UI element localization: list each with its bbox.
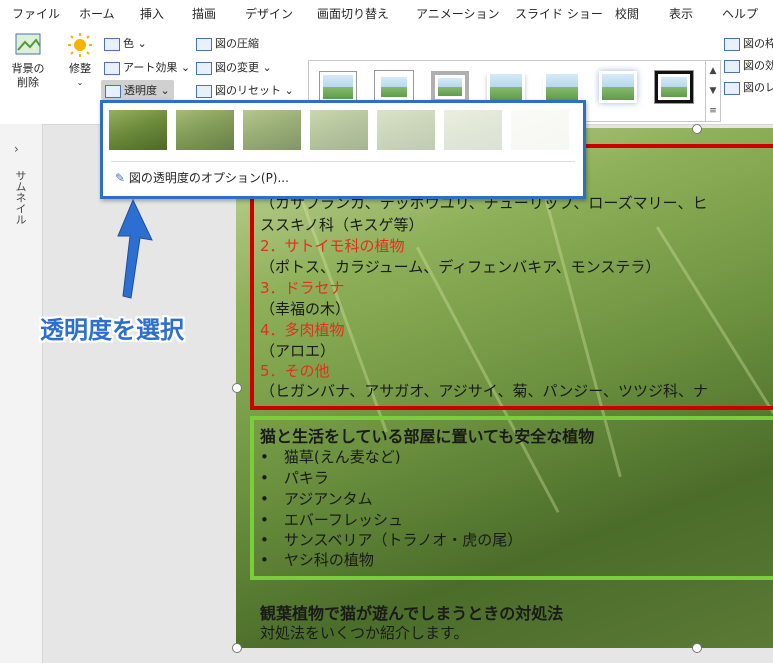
transparency-preset[interactable] bbox=[377, 110, 435, 150]
resize-handle-left[interactable] bbox=[232, 383, 242, 393]
resize-handle-bottom-left[interactable] bbox=[232, 643, 242, 653]
thumbnail-pane: › サムネイル bbox=[0, 124, 43, 663]
slide-heading-red: 4．多肉植物 bbox=[260, 321, 345, 339]
picture-border-button[interactable]: 図の枠 bbox=[724, 35, 773, 51]
list-item: • エバーフレッシュ bbox=[260, 511, 403, 529]
reset-picture-icon bbox=[196, 84, 212, 98]
slide-text-line: （ヒガンバナ、アサガオ、アジサイ、菊、パンジー、ツツジ科、ナ bbox=[260, 382, 709, 400]
chevron-down-icon: ⌄ bbox=[76, 78, 84, 87]
picture-border-icon bbox=[724, 37, 740, 51]
resize-handle-bottom[interactable] bbox=[692, 643, 702, 653]
slide-text-line: ススキノ科（キスゲ等） bbox=[260, 216, 424, 234]
transparency-preset[interactable] bbox=[243, 110, 301, 150]
slide-text-line: （アロエ） bbox=[260, 342, 336, 360]
picture-style-5[interactable] bbox=[543, 71, 581, 103]
picture-style-6[interactable] bbox=[599, 71, 637, 103]
transparency-label: 透明度 bbox=[124, 84, 157, 97]
change-picture-icon bbox=[196, 61, 212, 75]
resize-handle-top[interactable] bbox=[692, 124, 702, 134]
change-picture-button[interactable]: 図の変更 ⌄ bbox=[196, 59, 272, 75]
transparency-options-icon: ✎ bbox=[115, 171, 126, 185]
picture-effects-label: 図の効 bbox=[743, 59, 773, 72]
remove-background-icon bbox=[15, 33, 41, 55]
reset-picture-button[interactable]: 図のリセット ⌄ bbox=[196, 82, 294, 98]
color-button[interactable]: 色 ⌄ bbox=[104, 35, 147, 51]
tab-design[interactable]: デザイン bbox=[245, 5, 293, 22]
transparency-preset[interactable] bbox=[511, 110, 569, 150]
color-icon bbox=[104, 37, 120, 51]
slide-text-line: （ポトス、カラジューム、ディフェンバキア、モンステラ） bbox=[260, 258, 661, 276]
tab-draw[interactable]: 描画 bbox=[192, 5, 216, 22]
reset-picture-label: 図のリセット bbox=[215, 84, 281, 97]
remove-background-label: 背景の 削除 bbox=[11, 62, 45, 89]
picture-border-label: 図の枠 bbox=[743, 37, 773, 50]
annotation-text: 透明度を選択 bbox=[40, 316, 184, 344]
sun-icon bbox=[68, 33, 92, 57]
picture-style-4[interactable] bbox=[487, 71, 525, 103]
color-label: 色 bbox=[123, 37, 134, 50]
artistic-effects-button[interactable]: アート効果 ⌄ bbox=[104, 59, 190, 75]
picture-style-3[interactable] bbox=[431, 71, 469, 103]
tab-home[interactable]: ホーム bbox=[79, 5, 115, 22]
gallery-scroll[interactable]: ▲ ▼ ≡ bbox=[705, 60, 721, 122]
dropdown-divider bbox=[111, 161, 575, 162]
slide-text-line: （幸福の木） bbox=[260, 300, 351, 318]
picture-effects-button[interactable]: 図の効 bbox=[724, 57, 773, 73]
gallery-up-icon[interactable]: ▲ bbox=[706, 61, 720, 81]
tab-review[interactable]: 校閲 bbox=[615, 5, 639, 22]
compress-pictures-button[interactable]: 図の圧縮 bbox=[196, 35, 259, 51]
slide-heading-red: 3．ドラセナ bbox=[260, 279, 345, 297]
slide-heading-red: 2．サトイモ科の植物 bbox=[260, 237, 405, 255]
callout-arrow-icon bbox=[117, 198, 153, 299]
menu-bar: ファイル ホーム 挿入 描画 デザイン 画面切り替え アニメーション スライド … bbox=[0, 0, 773, 26]
thumbnail-pane-label: サムネイル bbox=[14, 170, 27, 225]
list-item: • アジアンタム bbox=[260, 490, 373, 508]
foliage-title: 観葉植物で猫が遊んでしまうときの対処法 bbox=[260, 604, 564, 623]
tab-transitions[interactable]: 画面切り替え bbox=[317, 5, 389, 22]
tab-help[interactable]: ヘルプ bbox=[722, 5, 758, 22]
list-item: • サンスベリア（トラノオ・虎の尾） bbox=[260, 531, 523, 549]
corrections-button[interactable]: 修整 ⌄ bbox=[62, 32, 98, 90]
transparency-preset[interactable] bbox=[109, 110, 167, 150]
compress-icon bbox=[196, 37, 212, 51]
picture-layout-label: 図のレ bbox=[743, 81, 773, 94]
remove-background-button[interactable]: 背景の 削除 bbox=[8, 32, 48, 90]
picture-style-1[interactable] bbox=[319, 71, 357, 103]
list-item: • ヤシ科の植物 bbox=[260, 551, 374, 569]
compress-label: 図の圧縮 bbox=[215, 37, 259, 50]
tab-view[interactable]: 表示 bbox=[669, 5, 693, 22]
list-item: • パキラ bbox=[260, 469, 329, 487]
picture-layout-icon bbox=[724, 81, 740, 95]
tab-file[interactable]: ファイル bbox=[12, 5, 60, 22]
transparency-preset[interactable] bbox=[310, 110, 368, 150]
gallery-down-icon[interactable]: ▼ bbox=[706, 81, 720, 101]
picture-style-2[interactable] bbox=[374, 70, 414, 104]
gallery-more-icon[interactable]: ≡ bbox=[706, 101, 720, 121]
slide-heading-red: 5．その他 bbox=[260, 362, 330, 380]
artistic-effects-icon bbox=[104, 61, 120, 75]
picture-effects-icon bbox=[724, 59, 740, 73]
tab-insert[interactable]: 挿入 bbox=[140, 5, 164, 22]
tab-animations[interactable]: アニメーション bbox=[416, 5, 500, 22]
transparency-options-item[interactable]: ✎ 図の透明度のオプション(P)... bbox=[115, 169, 289, 186]
transparency-options-label: 図の透明度のオプション(P)... bbox=[128, 171, 289, 185]
corrections-label: 修整 bbox=[69, 62, 91, 75]
artistic-effects-label: アート効果 bbox=[123, 61, 178, 74]
tab-slideshow[interactable]: スライド ショー bbox=[515, 5, 603, 22]
transparency-button[interactable]: 透明度 ⌄ bbox=[101, 80, 174, 100]
change-picture-label: 図の変更 bbox=[215, 61, 259, 74]
transparency-preset[interactable] bbox=[176, 110, 234, 150]
safe-plants-title: 猫と生活をしている部屋に置いても安全な植物 bbox=[260, 427, 595, 446]
list-item: • 猫草(えん麦など) bbox=[260, 448, 401, 466]
transparency-icon bbox=[105, 84, 121, 98]
foliage-body: 対処法をいくつか紹介します。 bbox=[260, 624, 469, 642]
transparency-dropdown: ✎ 図の透明度のオプション(P)... bbox=[100, 100, 586, 199]
transparency-preset[interactable] bbox=[444, 110, 502, 150]
picture-style-7[interactable] bbox=[654, 70, 694, 104]
slide-picture[interactable]: （カサブランカ、テッポウユリ、チューリップ、ローズマリー、ヒ ススキノ科（キスゲ… bbox=[236, 128, 773, 648]
picture-layout-button[interactable]: 図のレ bbox=[724, 79, 773, 95]
expand-pane-icon[interactable]: › bbox=[14, 142, 19, 156]
